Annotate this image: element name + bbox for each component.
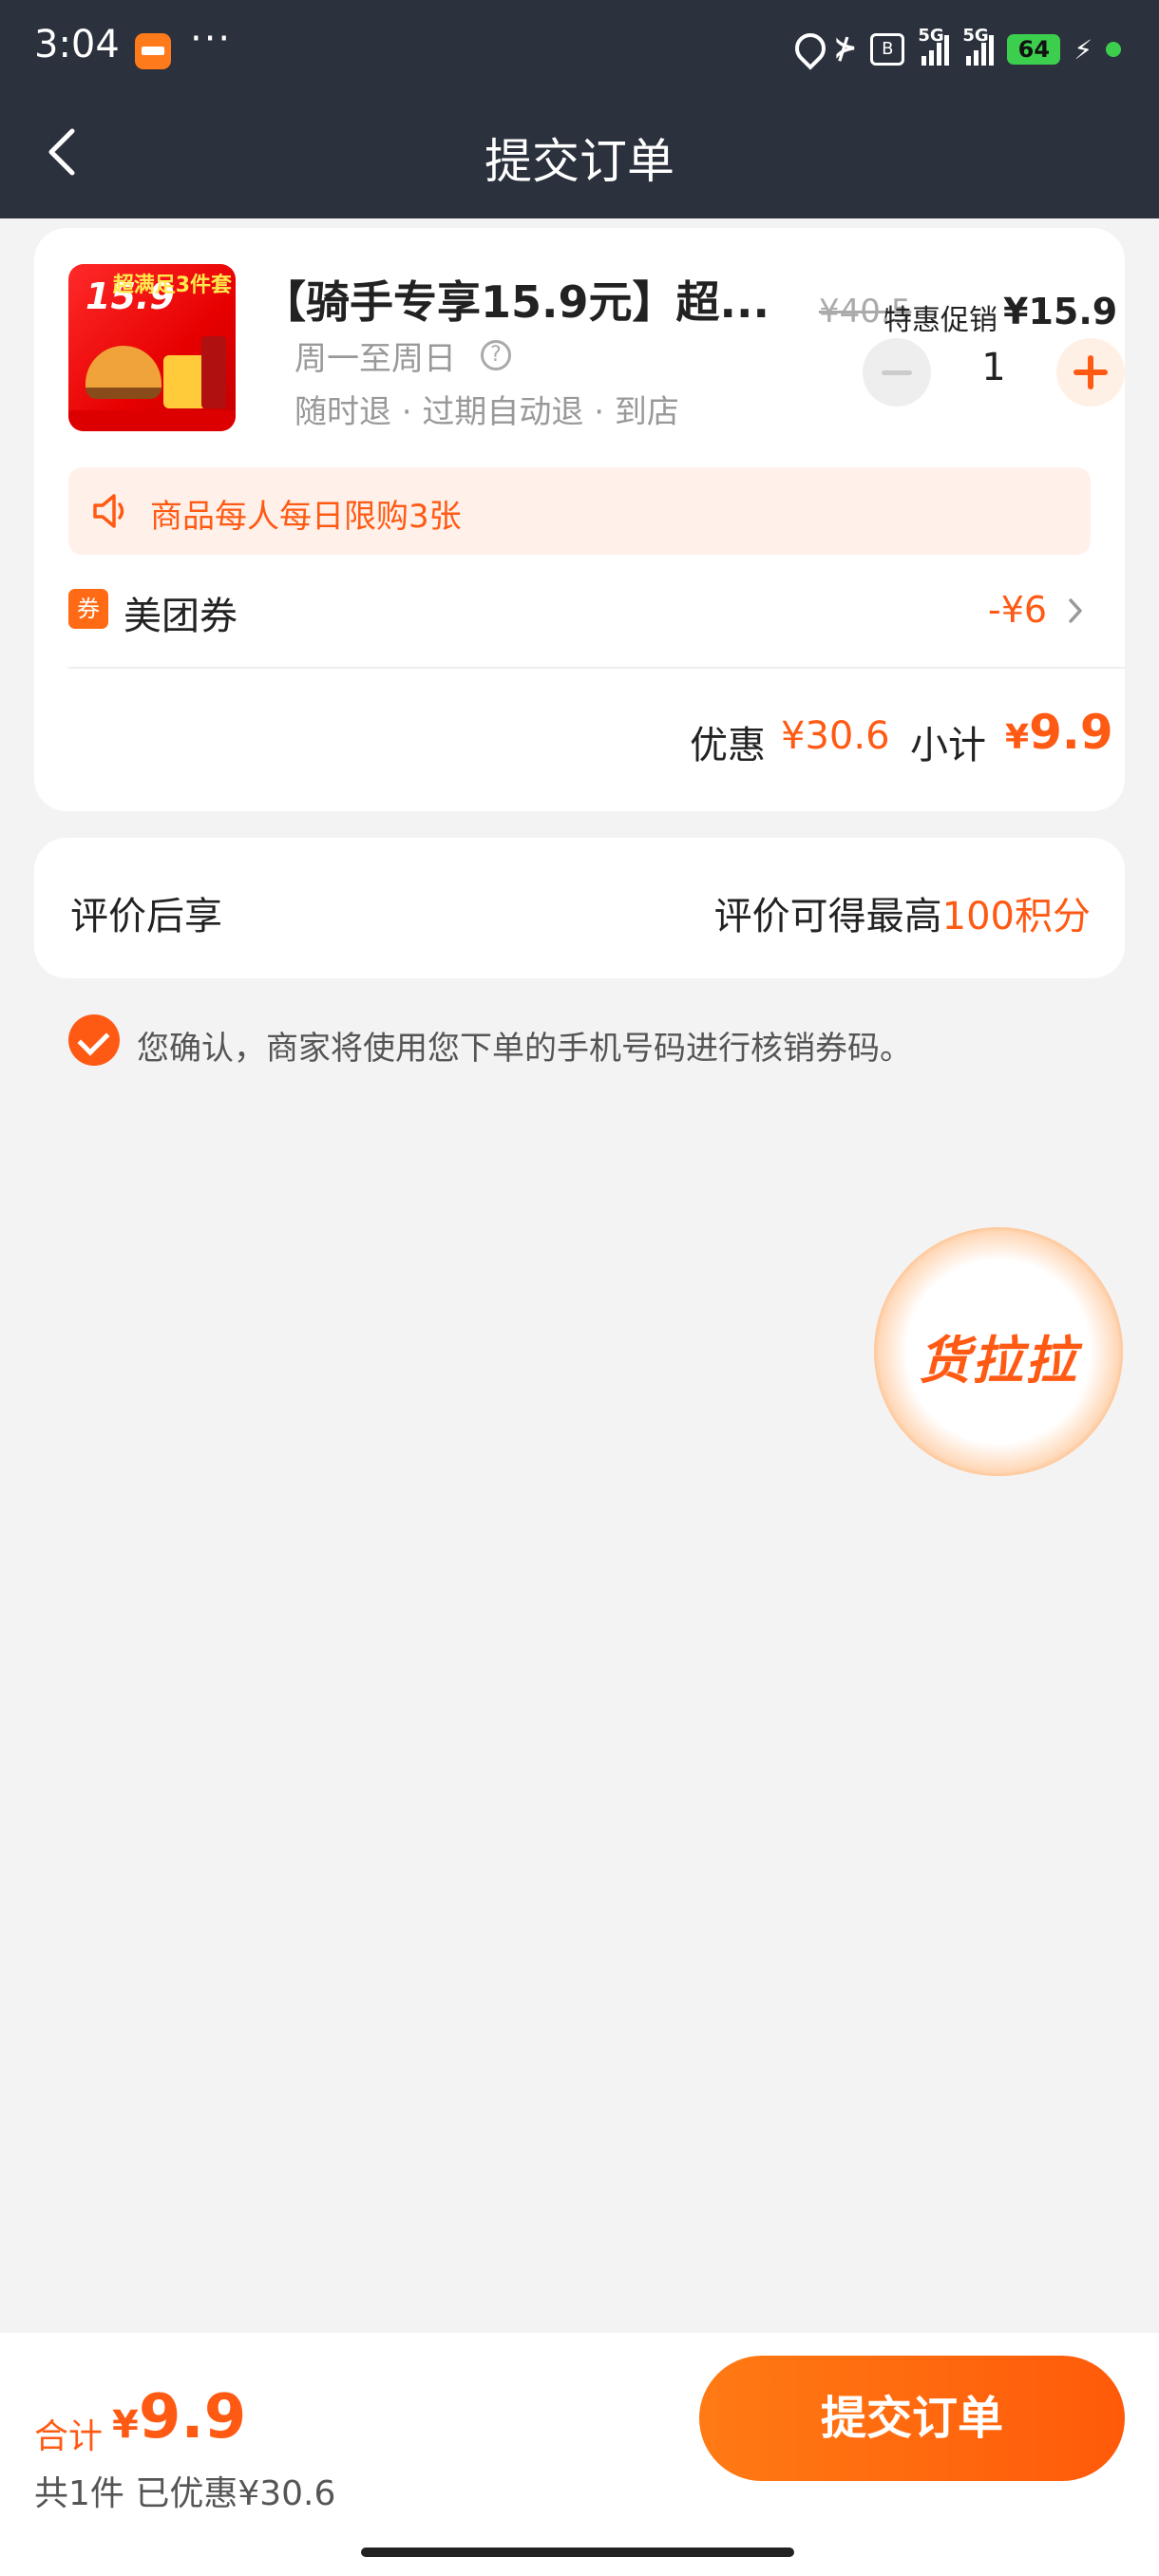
drink-image [201,336,226,408]
total-currency: ¥ [112,2403,139,2447]
bluetooth-icon: ⊁ [833,32,858,66]
chevron-right-icon[interactable] [1066,597,1085,625]
burger-image [86,346,162,399]
coupon-amount[interactable]: -¥6 [988,589,1047,631]
review-card: 评价后享 评价可得最高100积分 [34,838,1125,978]
signal-icon: 5G [918,26,950,66]
subtotal-amount: 9.9 [1029,705,1113,760]
order-card: 15.9 超满足3件套 【骑手专享15.9元】超... 周一至周日 ? 随时退 … [34,228,1125,811]
discount-label: 优惠 [690,724,766,767]
limit-text: 商品每人每日限购3张 [150,498,462,536]
battery-icon: 64 [1007,34,1061,65]
limit-banner: 商品每人每日限购3张 [68,467,1091,555]
promo-price: ¥15.9 [1003,291,1118,332]
status-bar: 3:04 ··· ⊁ B 5G 5G 64 ⚡ [0,0,1159,84]
meituan-app-icon [135,33,171,69]
promo-label: 特惠促销 [884,304,998,337]
check-icon[interactable] [68,1014,120,1066]
review-value: 评价可得最高100积分 [714,885,1091,940]
help-icon[interactable]: ? [481,340,511,370]
submit-order-button[interactable]: 提交订单 [699,2356,1125,2481]
location-icon [793,33,820,66]
subtotal-currency: ¥ [1005,718,1030,757]
more-icon: ··· [190,17,233,61]
charging-icon: ⚡ [1074,33,1092,66]
product-title[interactable]: 【骑手专享15.9元】超... [262,268,794,331]
quantity-value: 1 [981,346,1006,389]
status-icons: ⊁ B 5G 5G 64 ⚡ [793,26,1121,70]
sim-icon: B [870,33,905,66]
divider [68,667,1125,669]
floating-ad-badge[interactable]: 货拉拉 [874,1227,1123,1476]
total-info: 共1件 已优惠¥30.6 [34,2474,336,2513]
total-label: 合计 [34,2417,104,2456]
coupon-badge: 券 [68,589,108,629]
status-time: 3:04 [34,23,120,66]
bottom-bar: 合计 ¥9.9 共1件 已优惠¥30.6 提交订单 [0,2333,1159,2576]
thumb-tag: 超满足3件套 [112,274,232,297]
page-title: 提交订单 [484,134,674,189]
quantity-plus-button[interactable] [1056,338,1125,407]
review-label: 评价后享 [70,895,222,938]
signal-label: 5G [918,26,944,46]
coupon-label[interactable]: 美团券 [124,585,238,640]
floating-ad-text: 货拉拉 [919,1331,1078,1391]
quantity-minus-button[interactable] [863,338,931,407]
thumb-footer [68,410,236,431]
review-value-prefix: 评价可得最高 [713,895,942,938]
home-indicator[interactable] [361,2548,794,2557]
product-tags: 随时退 · 过期自动退 · 到店 [294,393,679,431]
confirm-text: 您确认，商家将使用您下单的手机号码进行核销券码。 [137,1030,912,1068]
total-amount: 9.9 [138,2382,247,2453]
nav-bar: 提交订单 [0,84,1159,218]
discount-value: ¥30.6 [781,714,890,758]
review-points: 100积分 [941,895,1091,938]
subtotal-label: 小计 [910,724,986,767]
total-value: ¥9.9 [112,2382,246,2453]
signal-label: 5G [962,26,989,46]
product-thumbnail[interactable]: 15.9 超满足3件套 [68,264,236,431]
subtotal-value: ¥9.9 [1005,705,1113,760]
signal-icon: 5G [962,26,995,66]
product-days: 周一至周日 [294,340,456,378]
speaker-icon [93,494,124,528]
privacy-dot-icon [1106,42,1121,57]
